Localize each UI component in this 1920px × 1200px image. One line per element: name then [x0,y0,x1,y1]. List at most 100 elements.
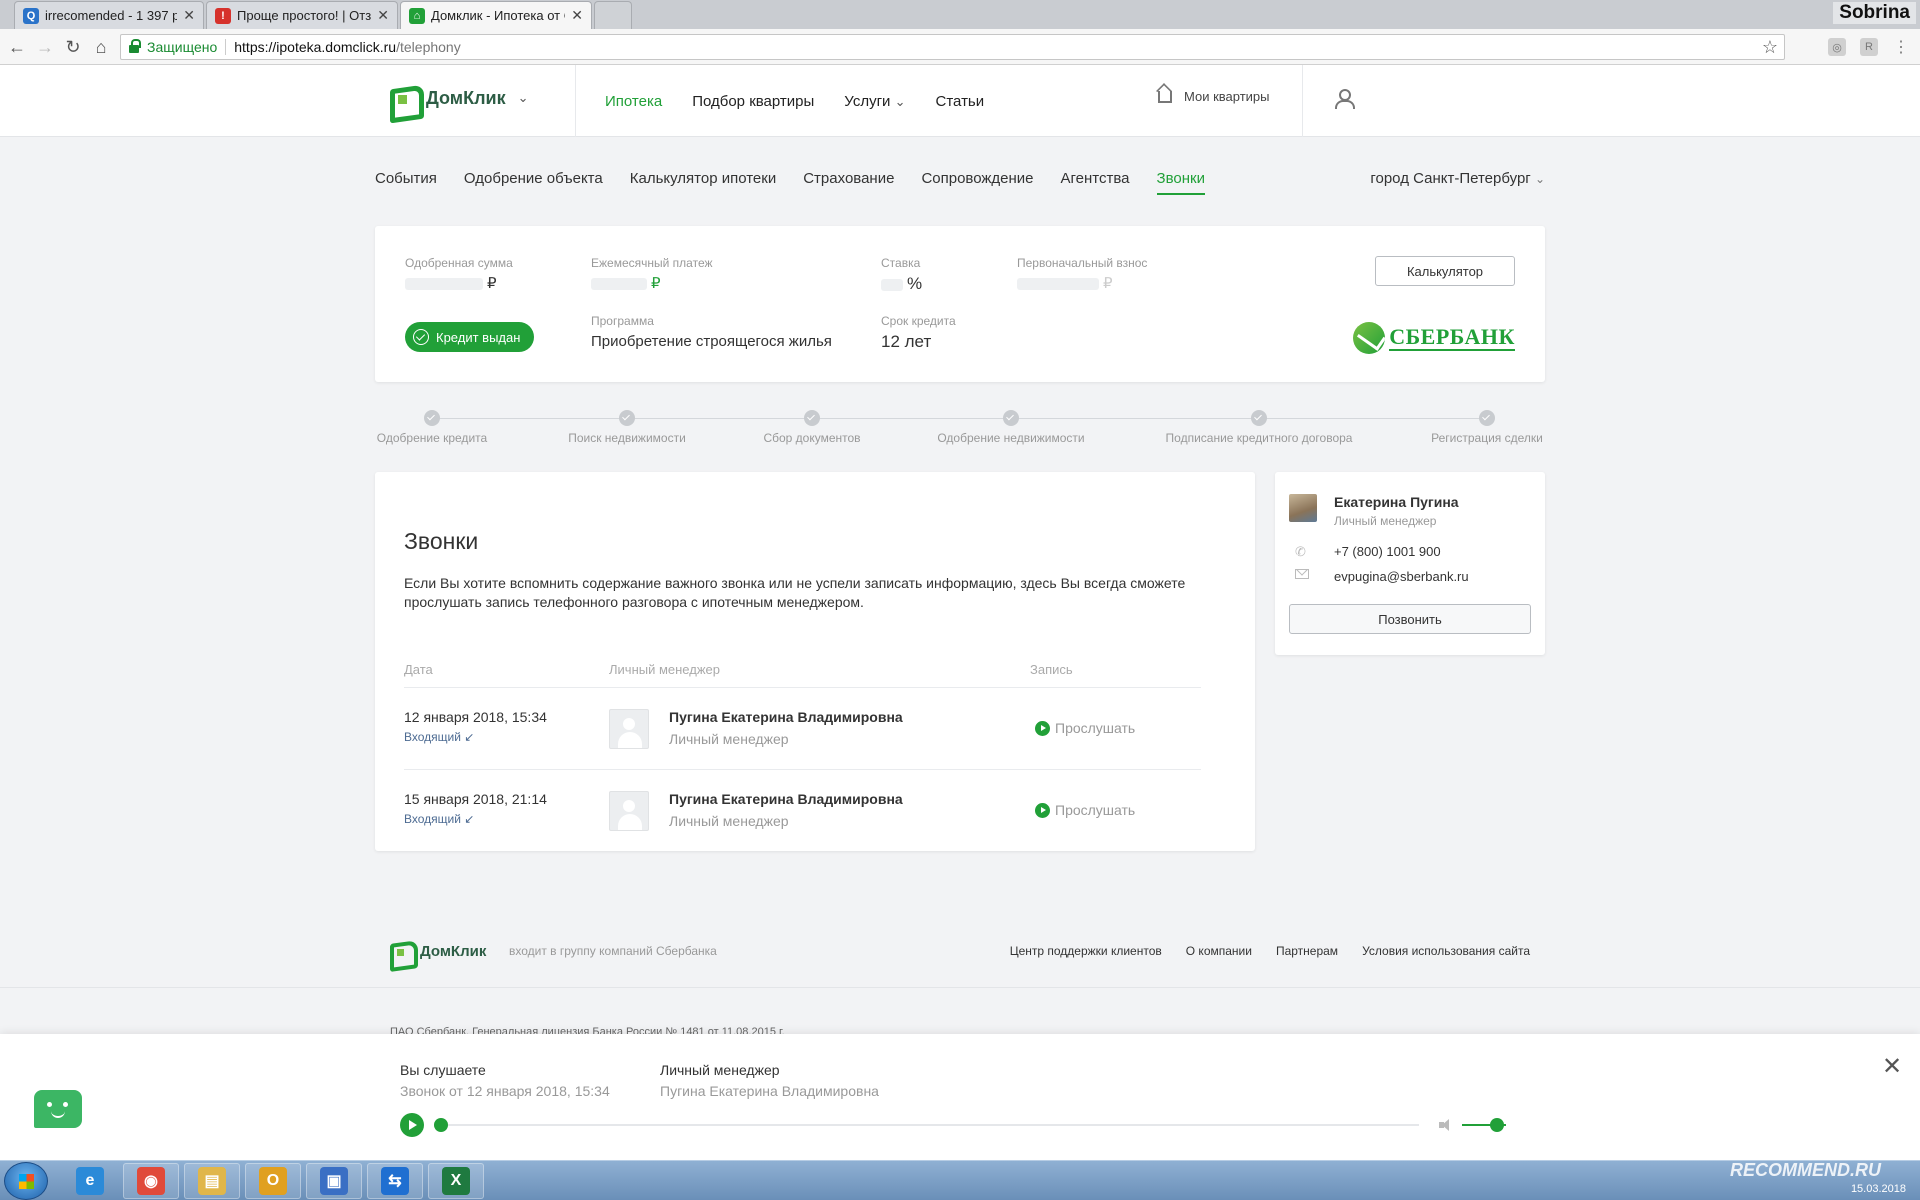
chat-bot-icon[interactable] [34,1090,82,1128]
new-tab-button[interactable] [594,1,632,29]
approved-sum-label: Одобренная сумма [405,256,513,270]
footer-link-about[interactable]: О компании [1186,944,1252,958]
menu-icon[interactable]: ⋮ [1892,38,1910,56]
listen-button[interactable]: Прослушать [1035,802,1135,818]
subnav-item-calculator[interactable]: Калькулятор ипотеки [630,170,776,195]
taskbar-app[interactable]: e [62,1163,118,1199]
subnav-item-events[interactable]: События [375,170,437,195]
manager-name: Пугина Екатерина Владимировна [669,791,903,807]
redacted-block [591,278,647,291]
taskbar-app[interactable]: X [428,1163,484,1199]
home-icon[interactable]: ⌂ [90,37,112,58]
program-label: Программа [591,314,654,328]
step-property-approval: Одобрение недвижимости [935,410,1087,445]
divider [404,687,1201,688]
listen-button[interactable]: Прослушать [1035,720,1135,736]
extension-icon[interactable]: R [1860,38,1878,56]
playback-progress-track[interactable] [434,1118,1419,1132]
step-credit-approval: Одобрение кредита [375,410,489,445]
nav-item-services[interactable]: Услуги ⌄ [844,93,905,110]
subnav-item-support[interactable]: Сопровождение [921,170,1033,195]
check-circle-icon [413,329,429,345]
manager-card: Екатерина Пугина Личный менеджер ✆ +7 (8… [1275,472,1545,655]
footer-link-support[interactable]: Центр поддержки клиентов [1010,944,1162,958]
call-date: 15 января 2018, 21:14 [404,791,547,807]
calculator-button[interactable]: Калькулятор [1375,256,1515,286]
rate-label: Ставка [881,256,921,270]
step-contract-signing: Подписание кредитного договора [1162,410,1356,445]
chevron-down-icon[interactable]: ⌄ [518,90,529,106]
volume-icon[interactable] [1439,1118,1455,1132]
nav-item-mortgage[interactable]: Ипотека [605,93,662,110]
city-selector[interactable]: город Санкт-Петербург ⌄ [1370,170,1545,187]
footer-links: Центр поддержки клиентов О компании Парт… [1010,944,1530,958]
nav-item-apartment-search[interactable]: Подбор квартиры [692,93,814,110]
close-tab-icon[interactable]: ✕ [571,7,583,24]
subnav-item-agencies[interactable]: Агентства [1061,170,1130,195]
subnav-item-calls[interactable]: Звонки [1156,170,1205,195]
browser-tab-title: Домклик - Ипотека от С [431,8,566,23]
close-tab-icon[interactable]: ✕ [377,7,389,24]
ie-icon: e [76,1167,104,1195]
taskbar-app[interactable]: ◉ [123,1163,179,1199]
bookmark-star-icon[interactable]: ☆ [1762,37,1778,58]
back-icon[interactable]: ← [6,37,28,58]
step-label: Сбор документов [763,431,861,445]
browser-tab-3[interactable]: ⌂ Домклик - Ипотека от С ✕ [400,1,592,29]
manager-email[interactable]: evpugina@sberbank.ru [1334,569,1469,584]
step-label: Подписание кредитного договора [1165,431,1353,445]
domclick-logo[interactable]: ДомКлик ⌄ [388,83,529,113]
play-icon [1035,720,1050,736]
check-icon [1003,410,1019,426]
footer-logo[interactable]: ДомКлик [388,938,486,964]
close-tab-icon[interactable]: ✕ [183,7,195,24]
url-path: /telephony [396,39,461,55]
down-payment-label: Первоначальный взнос [1017,256,1148,270]
currency-sign: ₽ [1103,275,1113,292]
start-button[interactable] [4,1162,48,1200]
browser-tab-title: Проще простого! | Отзы [237,8,372,23]
footer-link-terms[interactable]: Условия использования сайта [1362,944,1530,958]
play-icon [1035,802,1050,818]
volume-thumb[interactable] [1490,1118,1505,1132]
taskbar-app[interactable]: ⇆ [367,1163,423,1199]
my-apartments-link[interactable]: Мои квартиры [1158,89,1270,104]
manager-phone[interactable]: +7 (800) 1001 900 [1334,544,1441,559]
user-icon[interactable] [1335,89,1355,109]
taskbar-app[interactable]: ▣ [306,1163,362,1199]
volume-slider[interactable] [1462,1118,1506,1132]
browser-profile-name[interactable]: Sobrina [1833,2,1916,24]
call-direction: Входящий ↙ [404,812,475,826]
now-playing-label: Вы слушаете [400,1062,486,1078]
browser-tab-1[interactable]: Q irrecomended - 1 397 ре ✕ [14,1,204,29]
playback-progress-thumb[interactable] [434,1118,448,1132]
divider [225,39,227,55]
taskbar-app[interactable]: O [245,1163,301,1199]
lock-icon [129,39,141,53]
browser-tab-2[interactable]: ! Проще простого! | Отзы ✕ [206,1,398,29]
reload-icon[interactable]: ↻ [62,37,84,58]
close-icon[interactable]: ✕ [1882,1052,1902,1081]
footer-link-partners[interactable]: Партнерам [1276,944,1338,958]
browser-tab-title: irrecomended - 1 397 ре [45,8,178,23]
manager-role: Личный менеджер [1334,514,1437,528]
subnav-item-object-approval[interactable]: Одобрение объекта [464,170,603,195]
chrome-icon: ◉ [137,1167,165,1195]
extension-icon[interactable]: ◎ [1828,38,1846,56]
irecommend-favicon-icon: ! [215,7,231,24]
check-icon [1479,410,1495,426]
subnav-item-insurance[interactable]: Страхование [803,170,894,195]
call-manager-button[interactable]: Позвонить [1289,604,1531,634]
forward-icon[interactable]: → [34,37,56,58]
step-documents: Сбор документов [760,410,864,445]
currency-sign: ₽ [487,275,497,292]
check-icon [619,410,635,426]
play-button[interactable] [400,1113,424,1137]
divider [1302,65,1303,137]
divider [404,769,1201,770]
taskbar-app[interactable]: ▤ [184,1163,240,1199]
address-bar[interactable]: Защищено https://ipoteka.domclick.ru/tel… [120,34,1785,60]
sberbank-logo: СБЕРБАНК [1353,322,1515,354]
watermark: RECOMMEND.RU [1730,1160,1881,1180]
nav-item-articles[interactable]: Статьи [936,93,985,110]
